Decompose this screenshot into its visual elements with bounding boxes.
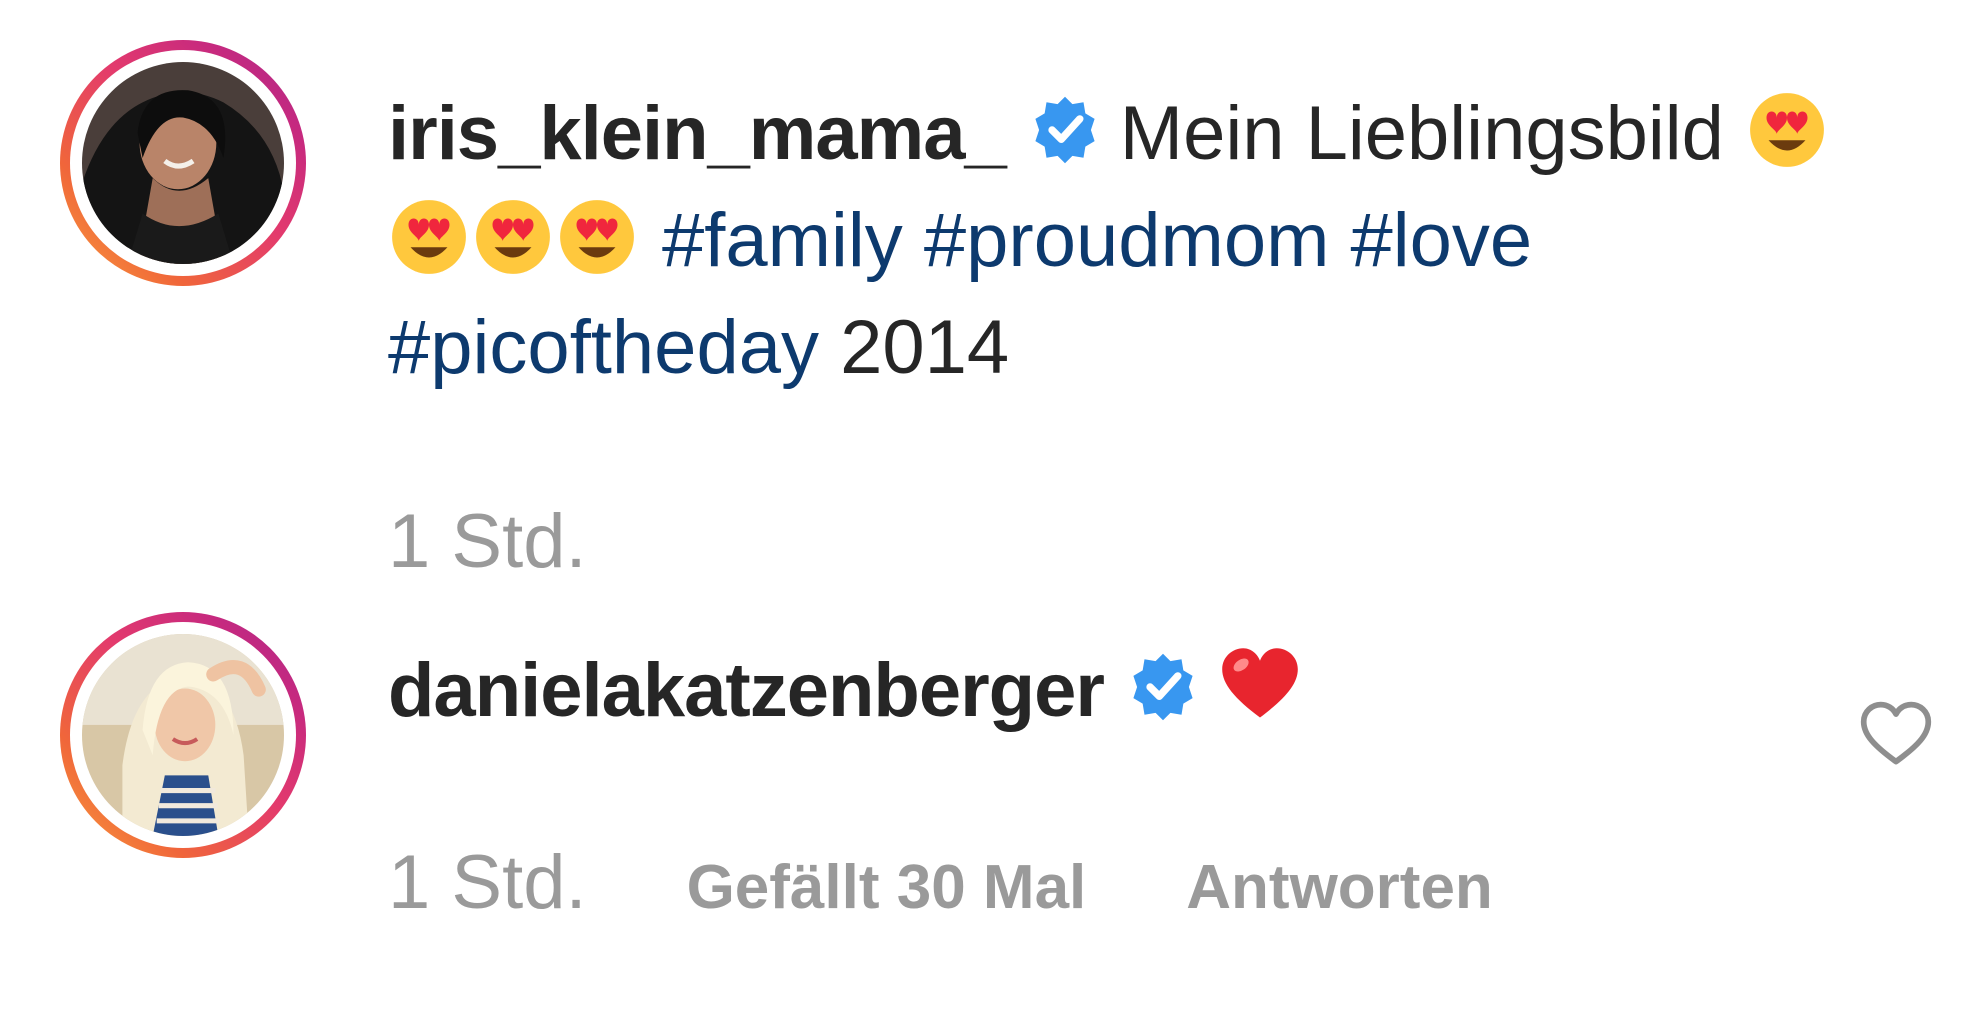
verified-badge-icon (1126, 650, 1200, 724)
comment-username[interactable]: iris_klein_mama_ (388, 91, 1007, 176)
heart-eyes-emoji-icon (1746, 89, 1828, 171)
verified-badge-icon (1028, 93, 1102, 167)
hashtag-link[interactable]: #love (1351, 198, 1533, 283)
hashtag-link[interactable]: #picoftheday (388, 305, 819, 390)
caption-suffix: 2014 (840, 305, 1010, 390)
story-ring-avatar[interactable] (60, 612, 306, 858)
reply-button[interactable]: Antworten (1186, 853, 1493, 922)
story-ring-avatar[interactable] (60, 40, 306, 286)
comment-meta: 1 Std. Gefällt 30 Mal Antworten (388, 839, 1493, 926)
hashtag-link[interactable]: #family (662, 198, 903, 283)
heart-eyes-emoji-icon (388, 196, 470, 278)
caption-text: Mein Lieblingsbild (1119, 91, 1724, 176)
comment-meta: 1 Std. (388, 498, 687, 585)
heart-eyes-emoji-icon (472, 196, 554, 278)
hashtag-link[interactable]: #proudmom (924, 198, 1330, 283)
comment-body: iris_klein_mama_ Mein Lieblingsbild #fami… (388, 80, 1908, 401)
red-heart-emoji-icon (1218, 644, 1302, 728)
likes-count-link[interactable]: Gefällt 30 Mal (687, 853, 1087, 922)
like-heart-icon[interactable] (1858, 697, 1934, 773)
comment-timestamp: 1 Std. (388, 840, 587, 925)
comment-timestamp: 1 Std. (388, 499, 587, 584)
heart-eyes-emoji-icon (556, 196, 638, 278)
avatar[interactable] (82, 634, 284, 836)
avatar[interactable] (82, 62, 284, 264)
comment-username[interactable]: danielakatzenberger (388, 648, 1105, 733)
comment-body: danielakatzenberger (388, 637, 1908, 744)
